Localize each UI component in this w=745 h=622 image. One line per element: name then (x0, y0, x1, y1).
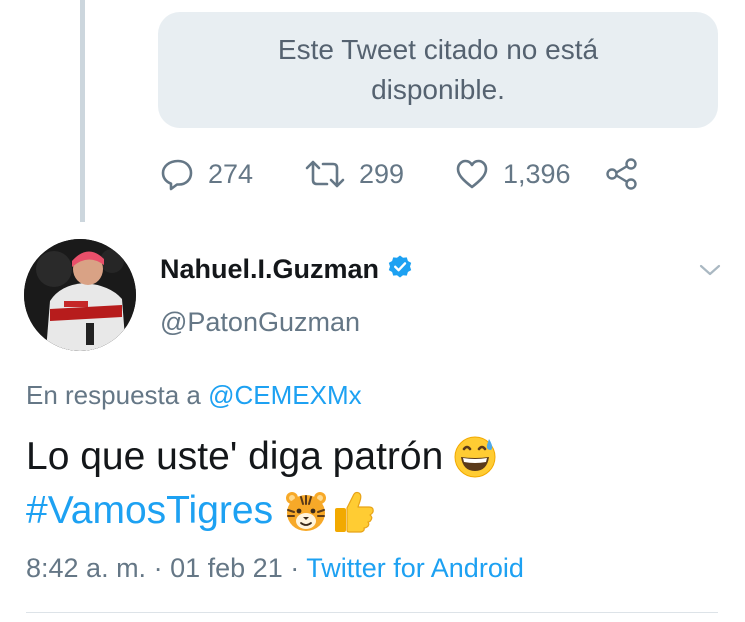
verified-badge-icon (387, 254, 413, 285)
tweet-source-link[interactable]: Twitter for Android (306, 553, 524, 583)
tweet-time: 8:42 a. m. (26, 553, 147, 583)
tweet-meta: 8:42 a. m. · 01 feb 21 · Twitter for And… (26, 553, 524, 584)
share-icon (605, 157, 639, 191)
reply-count: 274 (208, 158, 254, 189)
avatar[interactable] (24, 239, 136, 351)
tweet-line-1: Lo que uste' diga patrón (26, 430, 497, 484)
tweet-line-2: #VamosTigres (26, 484, 497, 538)
share-button[interactable] (605, 157, 639, 191)
like-count: 1,396 (503, 158, 571, 189)
thread-connector-line (80, 0, 85, 222)
reply-mention-link[interactable]: @CEMEXMx (208, 380, 362, 410)
meta-separator: · (153, 553, 163, 583)
parent-tweet-actions: 274 299 1,396 (160, 152, 639, 196)
author-name-row[interactable]: Nahuel.I.Guzman (160, 254, 413, 285)
retweet-count: 299 (359, 158, 405, 189)
divider (26, 612, 718, 613)
chevron-down-icon[interactable] (698, 262, 722, 283)
reply-prefix: En respuesta a (26, 380, 201, 410)
tiger-face-emoji (283, 488, 329, 534)
reply-bubble-icon (160, 157, 194, 191)
quoted-tweet-unavailable-text: Este Tweet citado no está disponible. (277, 34, 599, 105)
reply-button[interactable]: 274 (160, 157, 305, 191)
hashtag-link[interactable]: #VamosTigres (26, 484, 273, 538)
grinning-sweat-emoji (453, 435, 497, 479)
like-button[interactable]: 1,396 (455, 158, 605, 190)
tweet-text: Lo que uste' diga patrón (26, 435, 444, 478)
retweet-icon (305, 158, 345, 190)
meta-separator: · (290, 553, 300, 583)
display-name[interactable]: Nahuel.I.Guzman (160, 254, 379, 285)
tweet-body: Lo que uste' diga patrón #VamosTigres (26, 430, 497, 538)
thumbs-up-emoji (331, 488, 377, 534)
retweet-button[interactable]: 299 (305, 158, 455, 190)
heart-icon (455, 158, 489, 190)
reply-context: En respuesta a @CEMEXMx (26, 380, 362, 411)
author-handle[interactable]: @PatonGuzman (160, 307, 360, 338)
tweet-date: 01 feb 21 (170, 553, 283, 583)
quoted-tweet-card[interactable]: Este Tweet citado no está disponible. (158, 12, 718, 128)
